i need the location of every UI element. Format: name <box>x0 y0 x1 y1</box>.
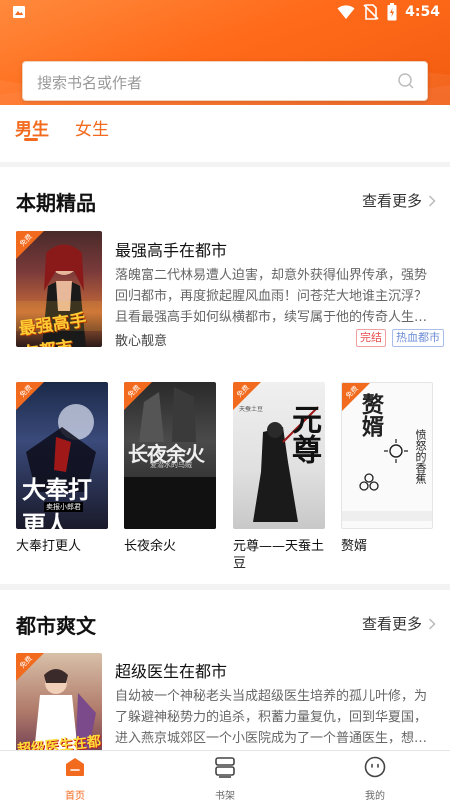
status-time: 4:54 <box>405 4 440 20</box>
battery-charging-icon <box>387 3 397 21</box>
featured-book-description: 自幼被一个神秘老头当成超级医生培养的孤儿叶修，为了躲避神秘势力的追杀，积蓄力量复… <box>115 689 428 746</box>
bookshelf-icon <box>215 757 235 778</box>
chevron-right-icon <box>428 617 436 630</box>
bottom-nav: 首页 书架 我的 <box>0 750 450 800</box>
search-placeholder: 搜索书名或作者 <box>37 74 143 92</box>
book-cover[interactable]: 大奉打更人 卖报小郎君 免费 <box>16 382 108 529</box>
featured-book-title[interactable]: 最强高手在都市 <box>115 237 227 261</box>
free-badge-icon: 免费 <box>233 382 261 410</box>
see-more-label: 查看更多 <box>361 615 422 633</box>
grid-book-title[interactable]: 赘婿 <box>341 538 441 555</box>
nav-profile-label: 我的 <box>365 791 385 800</box>
search-bar[interactable]: 搜索书名或作者 <box>22 61 428 101</box>
free-badge-icon: 免费 <box>16 382 44 410</box>
see-more-label: 查看更多 <box>361 192 422 210</box>
nav-profile[interactable]: 我的 <box>345 755 405 800</box>
tab-female[interactable]: 女生 <box>75 115 109 140</box>
chevron-right-icon <box>428 194 436 207</box>
book-cover[interactable]: 元尊 天蚕土豆 免费 <box>233 382 325 529</box>
cover-title-text: 大奉打更人 <box>22 476 92 529</box>
active-tab-indicator <box>24 138 38 141</box>
wifi-icon <box>337 5 355 19</box>
free-badge-icon: 免费 <box>342 383 370 411</box>
genre-tag: 热血都市 <box>392 329 444 347</box>
featured-book-description: 落魄富二代林易遭人迫害，却意外获得仙界传承，强势回归都市，再度掀起腥风血雨！问苍… <box>115 268 428 325</box>
nav-bookshelf[interactable]: 书架 <box>195 755 255 800</box>
featured-book-title[interactable]: 超级医生在都市 <box>115 658 227 682</box>
free-badge-icon: 免费 <box>16 653 44 681</box>
nav-home[interactable]: 首页 <box>45 755 105 800</box>
grid-book-title[interactable]: 长夜余火 <box>124 538 224 555</box>
cover-author-text: 愤怒的香蕉 <box>414 429 427 484</box>
nav-home-label: 首页 <box>65 791 85 800</box>
book-cover[interactable]: 最强高手在都市 免费 <box>16 231 102 347</box>
app-screen: 4:54 搜索书名或作者 男生 女生 本期精品 查看更多 最强高手在都市 免费 … <box>0 0 450 800</box>
featured-book-author: 散心靓意 <box>115 334 168 349</box>
grid-book-title[interactable]: 元尊——天蚕土豆 <box>233 538 333 572</box>
search-icon[interactable] <box>395 70 417 92</box>
cover-author-text: 卖报小郎君 <box>44 502 83 512</box>
status-bar: 4:54 <box>0 0 450 24</box>
book-cover[interactable]: 长夜余火 爱潜水的乌贼 免费 <box>124 382 216 529</box>
gallery-notification-icon <box>13 6 25 18</box>
free-badge-icon: 免费 <box>16 231 44 259</box>
tab-male[interactable]: 男生 <box>15 115 49 140</box>
status-tag: 完结 <box>356 329 386 347</box>
gender-tabs: 男生 女生 <box>0 105 450 162</box>
nav-bookshelf-label: 书架 <box>215 791 235 800</box>
see-more-button[interactable]: 查看更多 <box>362 613 436 634</box>
profile-icon <box>364 756 386 778</box>
section-title: 都市爽文 <box>16 614 96 638</box>
cover-author-text: 爱潜水的乌贼 <box>150 461 192 469</box>
no-sim-icon <box>363 4 379 20</box>
see-more-button[interactable]: 查看更多 <box>362 190 436 211</box>
free-badge-icon: 免费 <box>124 382 152 410</box>
book-cover[interactable]: 赘婿 愤怒的香蕉 免费 <box>341 382 433 529</box>
grid-book-title[interactable]: 大奉打更人 <box>16 538 116 555</box>
section-urban: 都市爽文 查看更多 超级医生在都市 免费 超级医生在都市 自幼被一个神秘老头当成… <box>0 590 450 769</box>
home-icon <box>66 758 84 776</box>
section-title: 本期精品 <box>16 191 96 215</box>
cover-title-text: 元尊 <box>286 404 321 464</box>
